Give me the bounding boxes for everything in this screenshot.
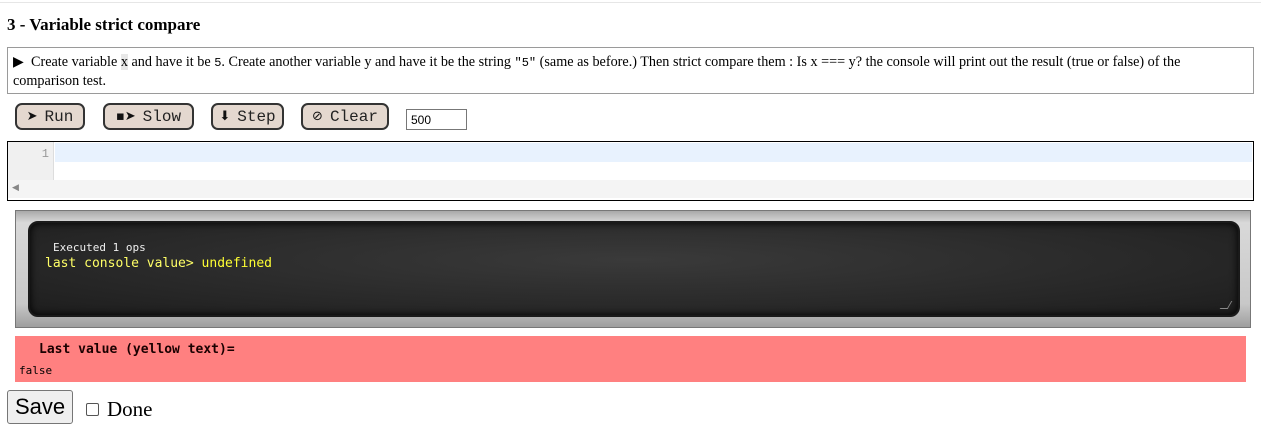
clear-button[interactable]: ⊘ Clear <box>301 103 389 130</box>
exercise-title: 3 - Variable strict compare <box>7 15 201 34</box>
console-line: last console value> undefined <box>45 256 272 271</box>
instructions-text-3: . Create another variable y and have it … <box>221 54 515 70</box>
resize-grip-icon[interactable] <box>1219 301 1233 309</box>
scroll-left-icon[interactable]: ◀ <box>12 183 19 193</box>
play-icon: ➤ <box>26 109 38 124</box>
instructions-code-string-5: "5" <box>514 56 537 70</box>
top-divider <box>0 2 1261 3</box>
instructions-text-2: and have it be <box>127 54 215 70</box>
console-output[interactable]: Executed 1 ops last console value> undef… <box>28 221 1240 317</box>
slow-play-icon: ▪➤ <box>115 109 136 124</box>
result-value: false <box>19 364 53 377</box>
slow-button-label: Slow <box>142 107 182 126</box>
step-button-label: Step <box>237 107 276 126</box>
run-button[interactable]: ➤ Run <box>15 103 85 130</box>
editor-active-line[interactable] <box>55 143 1252 162</box>
done-label: Done <box>107 397 153 421</box>
result-panel: Last value (yellow text)= false <box>15 336 1246 382</box>
speed-input[interactable] <box>406 109 467 130</box>
step-button[interactable]: ⬇ Step <box>211 103 284 130</box>
horizontal-scrollbar[interactable]: ◀ <box>8 180 1253 198</box>
console-frame: Executed 1 ops last console value> undef… <box>15 210 1251 328</box>
console-prompt: last console value> <box>45 256 194 271</box>
done-checkbox[interactable] <box>86 403 99 416</box>
editor-gutter: 1 <box>8 142 54 180</box>
save-button[interactable]: Save <box>7 390 74 424</box>
code-editor[interactable]: 1 ◀ <box>7 141 1254 201</box>
console-executed-count: Executed 1 ops <box>53 241 146 254</box>
clear-icon: ⊘ <box>312 109 323 124</box>
instructions-panel[interactable]: ▶ Create variable x and have it be 5. Cr… <box>7 47 1254 94</box>
console-value: undefined <box>201 256 272 271</box>
instructions-var-x: x <box>120 54 128 70</box>
clear-button-label: Clear <box>329 107 378 126</box>
expand-toggle-icon[interactable]: ▶ <box>13 54 24 70</box>
result-label: Last value (yellow text)= <box>39 342 235 357</box>
line-number: 1 <box>41 147 49 161</box>
done-option[interactable]: Done <box>86 397 153 422</box>
step-down-icon: ⬇ <box>219 109 231 124</box>
instructions-text-1: Create variable <box>31 54 121 70</box>
slow-button[interactable]: ▪➤ Slow <box>103 103 194 130</box>
run-button-label: Run <box>44 107 74 126</box>
